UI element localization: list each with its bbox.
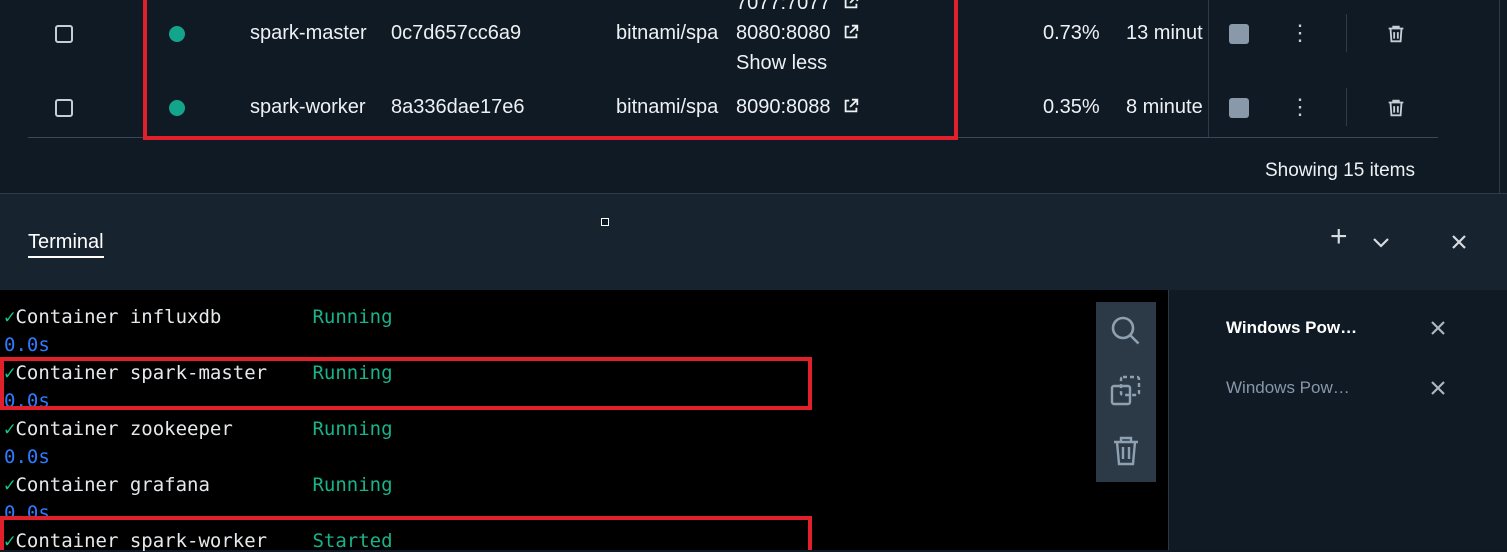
terminal-time: 0.0s (4, 334, 50, 356)
chevron-down-icon[interactable] (1371, 232, 1391, 252)
highlight-box (0, 357, 812, 410)
terminal-line: ✓Container grafana Running (4, 474, 393, 496)
terminal-line: ✓Container influxdb Running (4, 306, 393, 328)
highlight-box (143, 0, 958, 140)
terminal-output[interactable]: ✓Container influxdb Running 0.0s ✓Contain… (0, 290, 1168, 552)
items-count: Showing 15 items (1265, 160, 1415, 181)
close-icon[interactable] (1449, 232, 1469, 252)
copy-icon[interactable] (1109, 374, 1143, 408)
highlight-box (0, 516, 812, 550)
actions-column-divider (1346, 88, 1347, 126)
stop-button[interactable] (1229, 24, 1249, 44)
scrollbar-track[interactable] (1499, 0, 1500, 193)
row-checkbox[interactable] (55, 25, 73, 43)
close-icon[interactable] (1428, 318, 1448, 338)
delete-button[interactable] (1385, 97, 1407, 119)
terminal-line: ✓Container zookeeper Running (4, 418, 393, 440)
terminal-time: 0.0s (4, 446, 50, 468)
delete-button[interactable] (1385, 23, 1407, 45)
resize-handle[interactable] (601, 218, 609, 226)
actions-column-divider (1208, 0, 1209, 137)
session-tab-active[interactable]: Windows Pow… (1226, 318, 1366, 338)
container-table: spark-master 0c7d657cc6a9 bitnami/spa 70… (0, 0, 1507, 193)
more-actions-button[interactable]: ⋮ (1289, 96, 1311, 119)
trash-icon[interactable] (1109, 434, 1143, 468)
more-actions-button[interactable]: ⋮ (1289, 22, 1311, 45)
last-started: 8 minute (1126, 96, 1203, 118)
terminal-header: Terminal + (0, 193, 1507, 291)
actions-column-divider (1346, 14, 1347, 52)
session-tab[interactable]: Windows Pow… (1226, 378, 1366, 398)
row-checkbox[interactable] (55, 99, 73, 117)
last-started: 13 minut (1126, 22, 1203, 44)
add-terminal-button[interactable]: + (1330, 222, 1348, 252)
close-icon[interactable] (1428, 378, 1448, 398)
terminal-tools (1096, 302, 1156, 482)
cpu-usage: 0.35% (1043, 96, 1100, 118)
stop-button[interactable] (1229, 98, 1249, 118)
cpu-usage: 0.73% (1043, 22, 1100, 44)
tab-terminal[interactable]: Terminal (28, 231, 104, 258)
search-icon[interactable] (1109, 314, 1143, 348)
